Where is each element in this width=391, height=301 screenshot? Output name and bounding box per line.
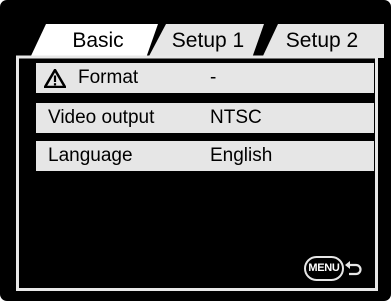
menu-row-value: NTSC bbox=[210, 107, 262, 128]
menu-row-video-output[interactable]: Video output NTSC bbox=[36, 103, 374, 133]
camera-screen: Basic Setup 1 Setup 2 Format - Video out… bbox=[0, 0, 391, 301]
warning-icon bbox=[44, 69, 66, 88]
menu-row-value: English bbox=[210, 145, 273, 166]
menu-row-label: Format bbox=[78, 67, 139, 88]
return-arrow-icon bbox=[345, 261, 362, 276]
menu-return-button[interactable]: MENU bbox=[304, 256, 362, 281]
menu-row-language[interactable]: Language English bbox=[36, 141, 374, 171]
tab-basic[interactable]: Basic bbox=[44, 26, 152, 56]
menu-row-label: Language bbox=[48, 145, 133, 166]
tab-setup2[interactable]: Setup 2 bbox=[272, 26, 372, 56]
menu-row-format[interactable]: Format - bbox=[36, 63, 374, 93]
menu-row-label: Video output bbox=[48, 107, 155, 128]
tab-setup1[interactable]: Setup 1 bbox=[160, 26, 256, 56]
menu-row-value: - bbox=[210, 67, 217, 88]
menu-button-label: MENU bbox=[304, 256, 344, 281]
